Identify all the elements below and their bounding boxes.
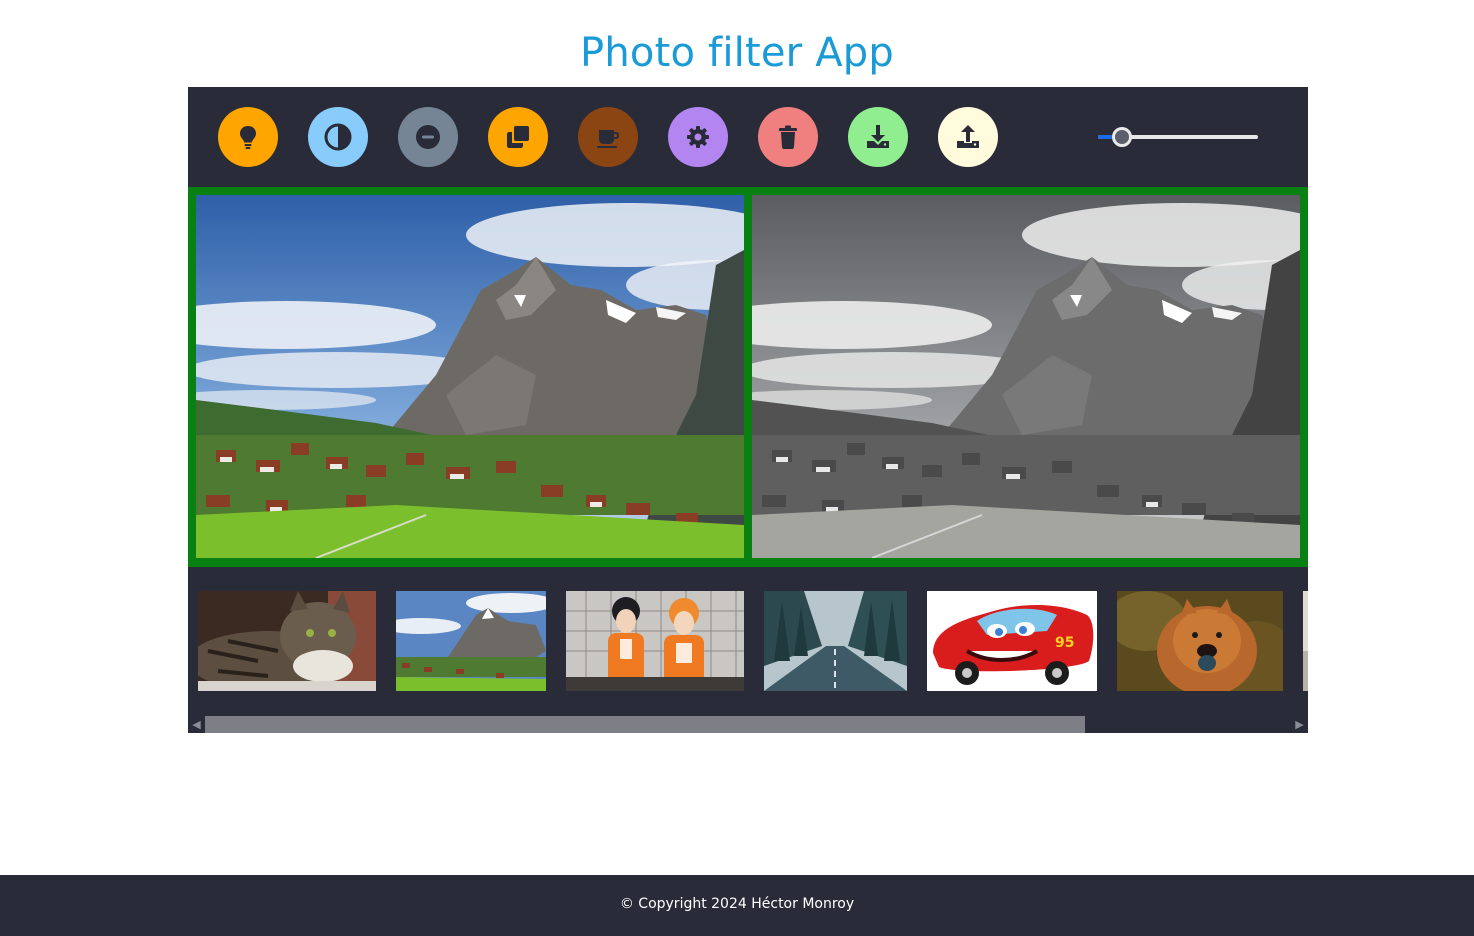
upload-icon: [957, 125, 979, 148]
copyright-text: © Copyright 2024 Héctor Monroy: [619, 896, 855, 912]
photo-filter-app: 95 ◀ ▶: [188, 87, 1308, 733]
trash-icon: [779, 125, 797, 149]
footer: © Copyright 2024 Héctor Monroy: [0, 875, 1474, 936]
forest-road-image: [764, 591, 907, 691]
original-image: [196, 195, 744, 558]
copy-icon: [507, 126, 529, 148]
minus-circle-icon: [416, 125, 440, 149]
thumbnail-forest-road[interactable]: [764, 591, 907, 691]
upload-button[interactable]: [938, 107, 998, 167]
mountain-photo-grayscale: [752, 195, 1300, 558]
thumbnail-race-car[interactable]: 95: [927, 591, 1097, 691]
mountain-photo-original: [196, 195, 744, 558]
toolbar: [188, 87, 1308, 187]
contrast-button[interactable]: [308, 107, 368, 167]
page: Photo filter App 95 ◀ ▶ © Copyright 2024…: [0, 0, 1474, 936]
page-title: Photo filter App: [580, 30, 894, 76]
chow-chow-dog-image: [1117, 591, 1283, 691]
partial-thumbnail-image: [1303, 591, 1308, 691]
slider-thumb[interactable]: [1112, 127, 1132, 147]
lightbulb-icon: [240, 126, 256, 149]
thumbnail-partial[interactable]: [1303, 591, 1308, 691]
brightness-button[interactable]: [218, 107, 278, 167]
contrast-icon: [324, 123, 352, 151]
coffee-cup-icon: [597, 130, 619, 148]
cat-image: [198, 591, 376, 691]
download-button[interactable]: [848, 107, 908, 167]
scroll-right-arrow-icon[interactable]: ▶: [1291, 716, 1308, 733]
copy-button[interactable]: [488, 107, 548, 167]
gear-icon: [687, 126, 709, 148]
filtered-image: [752, 195, 1300, 558]
thumbnail-cat[interactable]: [198, 591, 376, 691]
sepia-button[interactable]: [578, 107, 638, 167]
mountain-image: [396, 591, 546, 691]
scrollbar-thumb[interactable]: [205, 716, 1085, 733]
scroll-left-arrow-icon[interactable]: ◀: [188, 716, 205, 733]
race-car-image: 95: [927, 591, 1097, 691]
download-icon: [867, 125, 889, 148]
thumbnail-mountain[interactable]: [396, 591, 546, 691]
settings-button[interactable]: [668, 107, 728, 167]
thumbnail-chow-chow-dog[interactable]: [1117, 591, 1283, 691]
thumbnail-gallery[interactable]: 95: [188, 567, 1308, 715]
gallery-scrollbar[interactable]: ◀ ▶: [188, 716, 1308, 733]
grayscale-button[interactable]: [398, 107, 458, 167]
anime-volleyball-image: [566, 591, 744, 691]
intensity-slider[interactable]: [1098, 127, 1258, 147]
delete-button[interactable]: [758, 107, 818, 167]
svg-text:95: 95: [1055, 635, 1074, 651]
image-preview-area: [188, 187, 1308, 567]
thumbnail-anime-volleyball[interactable]: [566, 591, 744, 691]
